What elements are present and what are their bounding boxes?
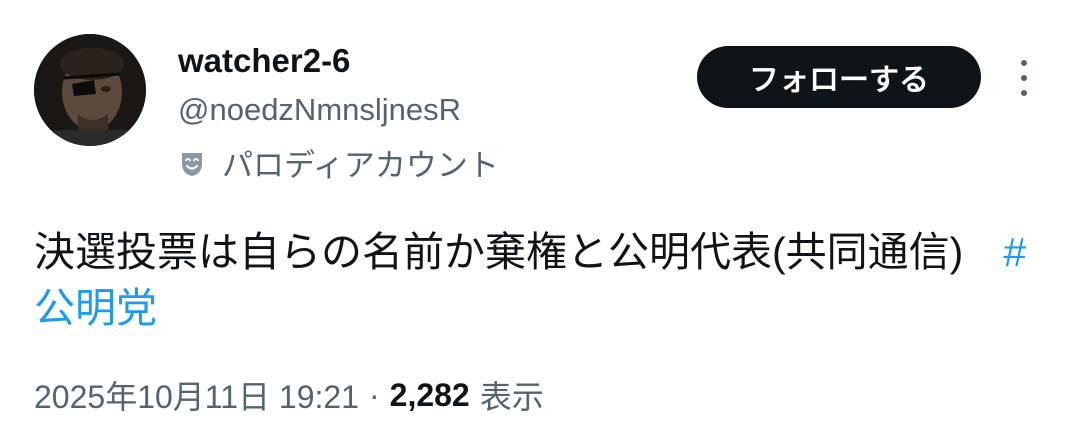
more-dot — [1021, 75, 1027, 81]
avatar[interactable] — [34, 34, 146, 146]
tweet-text: 決選投票は自らの名前か棄権と公明代表(共同通信) #公明党 — [34, 224, 1034, 336]
follow-button[interactable]: フォローする — [697, 46, 981, 108]
display-name[interactable]: watcher2-6 — [178, 42, 350, 80]
more-vertical-icon[interactable] — [1012, 56, 1036, 100]
profile-photo-icon — [34, 34, 146, 146]
views-label: 表示 — [479, 379, 544, 415]
theater-mask-icon — [182, 152, 202, 176]
more-dot — [1021, 90, 1027, 96]
tweet-card: watcher2-6 @noedzNmnsljnesR パロディアカウント フォ… — [0, 0, 1080, 442]
meta-separator: · — [368, 376, 380, 413]
parody-label: パロディアカウント — [222, 148, 499, 183]
user-handle[interactable]: @noedzNmnsljnesR — [178, 92, 461, 128]
views-count: 2,282 — [389, 376, 470, 413]
tweet-meta: 2025年10月11日 19:21 · 2,282 表示 — [34, 372, 544, 418]
more-dot — [1021, 60, 1027, 66]
parody-account-label: パロディアカウント — [176, 140, 499, 185]
tweet-body: 決選投票は自らの名前か棄権と公明代表(共同通信) — [34, 229, 964, 275]
timestamp[interactable]: 2025年10月11日 19:21 — [34, 372, 359, 418]
